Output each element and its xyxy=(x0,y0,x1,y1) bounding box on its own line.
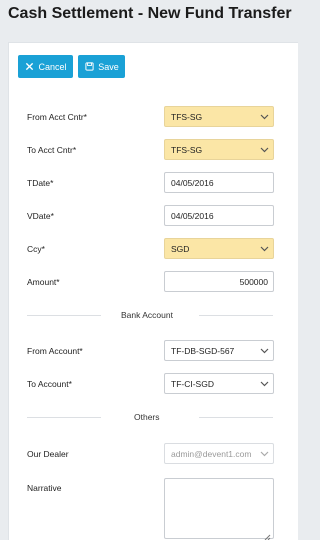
section-divider xyxy=(27,417,101,418)
from-acct-cntr-label: From Acct Cntr* xyxy=(27,112,87,122)
close-icon xyxy=(24,62,34,72)
amount-label: Amount* xyxy=(27,277,60,287)
chevron-down-icon xyxy=(255,107,273,126)
to-account-select[interactable]: TF-CI-SGD xyxy=(164,373,274,394)
from-acct-cntr-select[interactable]: TFS-SG xyxy=(164,106,274,127)
save-button-label: Save xyxy=(98,61,119,72)
chevron-down-icon xyxy=(255,444,273,463)
our-dealer-label: Our Dealer xyxy=(27,449,69,459)
chevron-down-icon xyxy=(255,341,273,360)
amount-input[interactable]: 500000 xyxy=(164,271,274,292)
our-dealer-value: admin@devent1.com xyxy=(171,448,252,459)
chevron-down-icon xyxy=(255,374,273,393)
from-account-select[interactable]: TF-DB-SGD-567 xyxy=(164,340,274,361)
ccy-value: SGD xyxy=(171,243,190,254)
narrative-textarea[interactable] xyxy=(164,478,274,540)
resize-handle-icon[interactable] xyxy=(263,528,271,540)
vdate-input[interactable]: 04/05/2016 xyxy=(164,205,274,226)
form-card: Cancel Save From Acct Cntr* TFS-SG To Ac… xyxy=(8,42,298,540)
to-account-value: TF-CI-SGD xyxy=(171,378,214,389)
vdate-label: VDate* xyxy=(27,211,54,221)
chevron-down-icon xyxy=(255,239,273,258)
vdate-value: 04/05/2016 xyxy=(171,210,214,221)
from-account-label: From Account* xyxy=(27,346,83,356)
page-title: Cash Settlement - New Fund Transfer xyxy=(8,5,292,22)
chevron-down-icon xyxy=(255,140,273,159)
from-acct-cntr-value: TFS-SG xyxy=(171,111,203,122)
tdate-input[interactable]: 04/05/2016 xyxy=(164,172,274,193)
cancel-button-label: Cancel xyxy=(38,61,67,72)
to-acct-cntr-value: TFS-SG xyxy=(171,144,203,155)
section-divider xyxy=(27,315,101,316)
amount-value: 500000 xyxy=(239,276,268,287)
tdate-value: 04/05/2016 xyxy=(171,177,214,188)
from-account-value: TF-DB-SGD-567 xyxy=(171,345,235,356)
bank-account-section-title: Bank Account xyxy=(121,310,173,320)
our-dealer-select: admin@devent1.com xyxy=(164,443,274,464)
save-icon xyxy=(84,62,94,72)
cancel-button[interactable]: Cancel xyxy=(18,55,73,78)
section-divider xyxy=(199,417,273,418)
to-acct-cntr-select[interactable]: TFS-SG xyxy=(164,139,274,160)
ccy-select[interactable]: SGD xyxy=(164,238,274,259)
tdate-label: TDate* xyxy=(27,178,54,188)
section-divider xyxy=(199,315,273,316)
to-acct-cntr-label: To Acct Cntr* xyxy=(27,145,77,155)
others-section-title: Others xyxy=(134,412,160,422)
ccy-label: Ccy* xyxy=(27,244,45,254)
to-account-label: To Account* xyxy=(27,379,72,389)
narrative-label: Narrative xyxy=(27,483,62,493)
save-button[interactable]: Save xyxy=(78,55,125,78)
